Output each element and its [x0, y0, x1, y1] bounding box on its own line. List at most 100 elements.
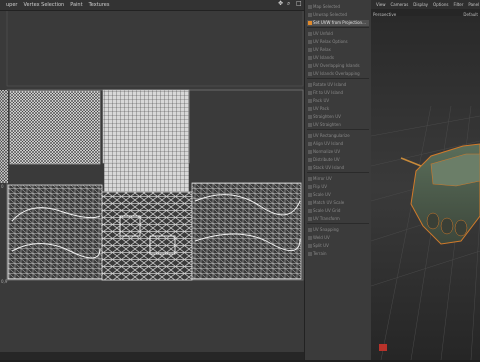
command-label: UV Transform	[313, 216, 340, 221]
command-item[interactable]: Set UVW from Projection...	[307, 20, 369, 26]
command-label: Map Selected	[313, 4, 341, 9]
viewport-menu-view[interactable]: View	[376, 2, 386, 7]
command-label: Straighten UV	[313, 114, 341, 119]
command-item[interactable]: Weld UV	[307, 235, 369, 241]
command-label: UV Islands Overlapping	[313, 71, 360, 76]
command-label: UV Relax	[313, 47, 331, 52]
command-icon	[308, 115, 312, 119]
command-label: Align UV Island	[313, 141, 344, 146]
uv-editor-view[interactable]: 0 0,9	[0, 11, 304, 352]
command-icon	[308, 193, 312, 197]
command-item[interactable]: UV Overlapping Islands	[307, 63, 369, 69]
command-label: UV Overlapping Islands	[313, 63, 360, 68]
command-icon	[308, 99, 312, 103]
command-icon	[308, 150, 312, 154]
command-item[interactable]: Pack UV	[307, 98, 369, 104]
maximize-icon[interactable]: □	[296, 1, 302, 7]
command-item[interactable]: UV Islands Overlapping	[307, 71, 369, 77]
command-label: Flip UV	[313, 184, 327, 189]
command-panel: Map Selected Unwrap Selected Set UVW from …	[304, 0, 372, 360]
tank-model-render	[370, 16, 480, 361]
command-label: Distribute UV	[313, 157, 340, 162]
command-separator	[307, 129, 369, 130]
command-item[interactable]: UV Pack	[307, 106, 369, 112]
command-icon	[308, 158, 312, 162]
command-item[interactable]: UV Islands	[307, 55, 369, 61]
viewport-scene[interactable]	[370, 16, 480, 361]
command-icon	[308, 142, 312, 146]
command-separator	[307, 27, 369, 28]
menu-item-vertex-selection[interactable]: Vertex Selection	[23, 2, 64, 8]
command-icon	[308, 185, 312, 189]
command-item[interactable]: Flip UV	[307, 184, 369, 190]
command-separator	[307, 78, 369, 79]
command-item[interactable]: UV Rectangularize	[307, 133, 369, 139]
command-label: UV Straighten	[313, 122, 341, 127]
command-icon	[308, 21, 312, 25]
command-item[interactable]: Fit to UV Island	[307, 90, 369, 96]
command-label: UV Pack	[313, 106, 330, 111]
command-item[interactable]: Map Selected	[307, 4, 369, 10]
command-item[interactable]: Match UV Scale	[307, 200, 369, 206]
command-icon	[308, 217, 312, 221]
menu-item-textures[interactable]: Textures	[89, 2, 110, 8]
command-item[interactable]: UV Straighten	[307, 122, 369, 128]
uv-canvas[interactable]: 0 0,9	[0, 11, 304, 352]
command-label: Scale UV Grid	[313, 208, 341, 213]
command-item[interactable]: Distribute UV	[307, 157, 369, 163]
command-icon	[308, 5, 312, 9]
command-label: Mirror UV	[313, 176, 332, 181]
perspective-viewport[interactable]: View Cameras Display Options Filter Pane…	[370, 0, 480, 361]
menu-item-0[interactable]: uper	[6, 2, 17, 8]
command-icon	[308, 32, 312, 36]
viewport-menu-panel[interactable]: Panel	[468, 2, 479, 7]
command-item[interactable]: UV Relax Options	[307, 39, 369, 45]
command-label: Normalize UV	[313, 149, 341, 154]
command-item[interactable]: Terrain	[307, 251, 369, 257]
command-icon	[308, 48, 312, 52]
command-label: Split UV	[313, 243, 329, 248]
command-icon	[308, 201, 312, 205]
viewport-menu-cameras[interactable]: Cameras	[391, 2, 409, 7]
command-label: Pack UV	[313, 98, 330, 103]
command-label: Set UVW from Projection...	[313, 20, 366, 25]
command-icon	[308, 123, 312, 127]
command-item[interactable]: Rotate UV Island	[307, 82, 369, 88]
command-item[interactable]: Scale UV	[307, 192, 369, 198]
uv-editor-menubar: uper Vertex Selection Paint Textures ✥ ⌕…	[0, 0, 304, 11]
move-icon[interactable]: ✥	[278, 1, 284, 7]
command-item[interactable]: Mirror UV	[307, 176, 369, 182]
uv-coord-label-1: 0,9	[1, 279, 8, 284]
command-icon	[308, 91, 312, 95]
menu-item-paint[interactable]: Paint	[70, 2, 82, 8]
command-icon	[308, 64, 312, 68]
command-item[interactable]: UV Unfold	[307, 31, 369, 37]
command-item[interactable]: UV Transform	[307, 216, 369, 222]
command-label: Weld UV	[313, 235, 330, 240]
command-icon	[308, 177, 312, 181]
command-item[interactable]: UV Snapping	[307, 227, 369, 233]
uv-statusbar	[0, 352, 304, 360]
command-icon	[308, 72, 312, 76]
command-label: UV Relax Options	[313, 39, 348, 44]
command-item[interactable]: Stack UV Island	[307, 165, 369, 171]
command-icon	[308, 134, 312, 138]
command-item[interactable]: Scale UV Grid	[307, 208, 369, 214]
command-item[interactable]: Split UV	[307, 243, 369, 249]
command-item[interactable]: Unwrap Selected	[307, 12, 369, 18]
viewport-menu-options[interactable]: Options	[433, 2, 448, 7]
command-icon	[308, 40, 312, 44]
command-label: Unwrap Selected	[313, 12, 347, 17]
viewport-menu-display[interactable]: Display	[413, 2, 428, 7]
command-separator	[307, 223, 369, 224]
command-item[interactable]: Normalize UV	[307, 149, 369, 155]
axis-gizmo-icon	[379, 344, 387, 351]
command-label: Fit to UV Island	[313, 90, 344, 95]
zoom-icon[interactable]: ⌕	[287, 1, 293, 7]
command-item[interactable]: UV Relax	[307, 47, 369, 53]
viewport-menu-filter[interactable]: Filter	[453, 2, 463, 7]
command-label: Stack UV Island	[313, 165, 345, 170]
command-icon	[308, 107, 312, 111]
command-item[interactable]: Align UV Island	[307, 141, 369, 147]
command-item[interactable]: Straighten UV	[307, 114, 369, 120]
